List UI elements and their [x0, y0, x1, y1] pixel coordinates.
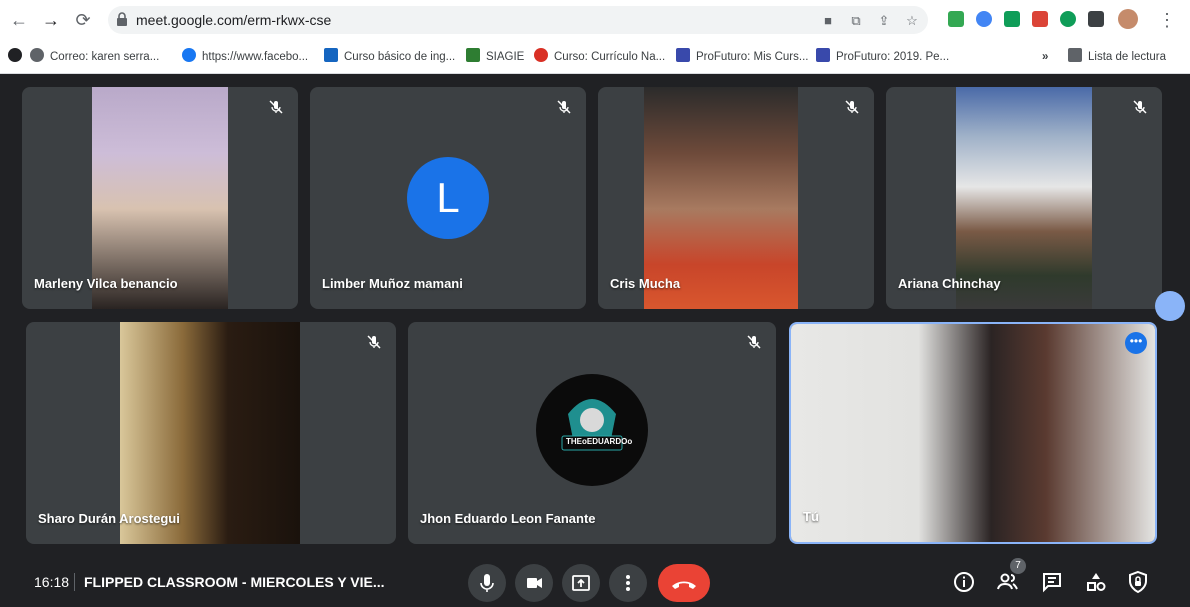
participant-tile[interactable]: Sharo Durán Arostegui	[26, 322, 396, 544]
info-icon[interactable]	[952, 570, 976, 594]
mic-off-icon	[367, 335, 381, 349]
host-controls-icon[interactable]	[1126, 570, 1150, 594]
more-options-button[interactable]: •••	[1125, 332, 1147, 354]
extension-icon[interactable]	[1032, 11, 1048, 27]
url-text: meet.google.com/erm-rkwx-cse	[136, 12, 332, 28]
lock-icon	[117, 12, 127, 26]
extension-icon[interactable]	[948, 11, 964, 27]
bookmarks-bar: Correo: karen serra... https://www.faceb…	[0, 40, 1190, 74]
participant-tile[interactable]: THEoEDUARDOo Jhon Eduardo Leon Fanante	[408, 322, 776, 544]
participant-tile[interactable]: L Limber Muñoz mamani	[310, 87, 586, 309]
leave-call-button[interactable]	[658, 564, 710, 602]
self-view-tile[interactable]: ••• Tú	[789, 322, 1157, 544]
logo-graphic	[561, 399, 623, 451]
back-arrow-icon[interactable]: ←	[8, 9, 30, 31]
participant-name: Marleny Vilca benancio	[34, 276, 178, 291]
participant-tile[interactable]: Marleny Vilca benancio	[22, 87, 298, 309]
present-icon	[572, 575, 590, 591]
mic-off-icon	[845, 100, 859, 114]
mic-off-icon	[747, 335, 761, 349]
reload-icon[interactable]: ⟳	[72, 9, 94, 31]
share-icon[interactable]: ⇪	[876, 13, 892, 29]
bookmark-item[interactable]: Curso básico de ing...	[324, 48, 455, 66]
mic-off-icon	[269, 100, 283, 114]
activities-icon[interactable]	[1084, 570, 1108, 594]
camera-button[interactable]	[515, 564, 553, 602]
meeting-title: FLIPPED CLASSROOM - MIERCOLES Y VIE...	[84, 574, 385, 590]
puzzle-extensions-icon[interactable]	[1088, 11, 1104, 27]
people-icon[interactable]	[996, 570, 1020, 594]
more-options-button[interactable]	[609, 564, 647, 602]
meeting-time: 16:18	[34, 574, 70, 590]
mic-off-icon	[557, 100, 571, 114]
control-bar: 16:18 FLIPPED CLASSROOM - MIERCOLES Y VI…	[0, 540, 1190, 607]
bookmarks-overflow-button[interactable]: »	[1042, 48, 1048, 66]
bookmark-item[interactable]: ProFuturo: 2019. Pe...	[816, 48, 949, 66]
participant-tile[interactable]: Ariana Chinchay	[886, 87, 1162, 309]
mic-off-icon	[1133, 100, 1147, 114]
more-vert-icon	[626, 575, 630, 591]
logo-text: THEoEDUARDOo	[566, 437, 633, 446]
bookmark-item[interactable]: Curso: Currículo Na...	[534, 48, 665, 66]
self-video	[791, 324, 1155, 542]
participant-name: Jhon Eduardo Leon Fanante	[420, 511, 596, 526]
address-bar[interactable]: meet.google.com/erm-rkwx-cse ■ ⧉ ⇪ ☆	[108, 6, 928, 34]
participant-name: Ariana Chinchay	[898, 276, 1001, 291]
forward-arrow-icon[interactable]: →	[40, 9, 62, 31]
reading-list-button[interactable]: Lista de lectura	[1068, 48, 1166, 66]
grammarly-icon[interactable]	[1060, 11, 1076, 27]
camera-icon	[527, 578, 542, 588]
present-screen-button[interactable]	[562, 564, 600, 602]
bookmark-item[interactable]: https://www.facebo...	[182, 48, 308, 66]
divider	[74, 573, 75, 591]
chat-icon[interactable]	[1040, 570, 1064, 594]
participant-tile[interactable]: Cris Mucha	[598, 87, 874, 309]
avatar: THEoEDUARDOo	[536, 374, 648, 486]
extension-icon[interactable]	[976, 11, 992, 27]
bookmark-item[interactable]: ProFuturo: Mis Curs...	[676, 48, 808, 66]
camera-indicator-icon[interactable]: ■	[820, 13, 836, 29]
participant-name: Limber Muñoz mamani	[322, 276, 463, 291]
profuturo-icon	[676, 48, 690, 62]
siagie-icon	[466, 48, 480, 62]
participant-name: Cris Mucha	[610, 276, 681, 291]
mic-assistant-icon[interactable]	[1155, 291, 1185, 321]
open-external-icon[interactable]: ⧉	[848, 13, 864, 29]
profile-avatar[interactable]	[1118, 9, 1138, 29]
star-bookmark-icon[interactable]: ☆	[904, 13, 920, 29]
bookmark-item[interactable]: SIAGIE	[466, 48, 524, 66]
microphone-icon	[480, 574, 494, 592]
participant-name: Sharo Durán Arostegui	[38, 511, 180, 526]
reading-list-icon	[1068, 48, 1082, 62]
globe-icon	[30, 48, 44, 62]
curriculum-icon	[534, 48, 548, 62]
extension-icon[interactable]	[1004, 11, 1020, 27]
profuturo-icon	[816, 48, 830, 62]
microphone-button[interactable]	[468, 564, 506, 602]
chrome-apps-icon[interactable]	[8, 48, 28, 66]
bookmark-item[interactable]: Correo: karen serra...	[30, 48, 159, 66]
menu-kebab-icon[interactable]: ⋮	[1156, 9, 1178, 31]
facebook-icon	[182, 48, 196, 62]
course-icon	[324, 48, 338, 62]
meet-stage: Marleny Vilca benancio L Limber Muñoz ma…	[0, 75, 1190, 607]
browser-toolbar: ← → ⟳ meet.google.com/erm-rkwx-cse ■ ⧉ ⇪…	[0, 0, 1190, 40]
hang-up-icon	[672, 581, 696, 589]
participant-name: Tú	[803, 509, 819, 524]
avatar: L	[407, 157, 489, 239]
